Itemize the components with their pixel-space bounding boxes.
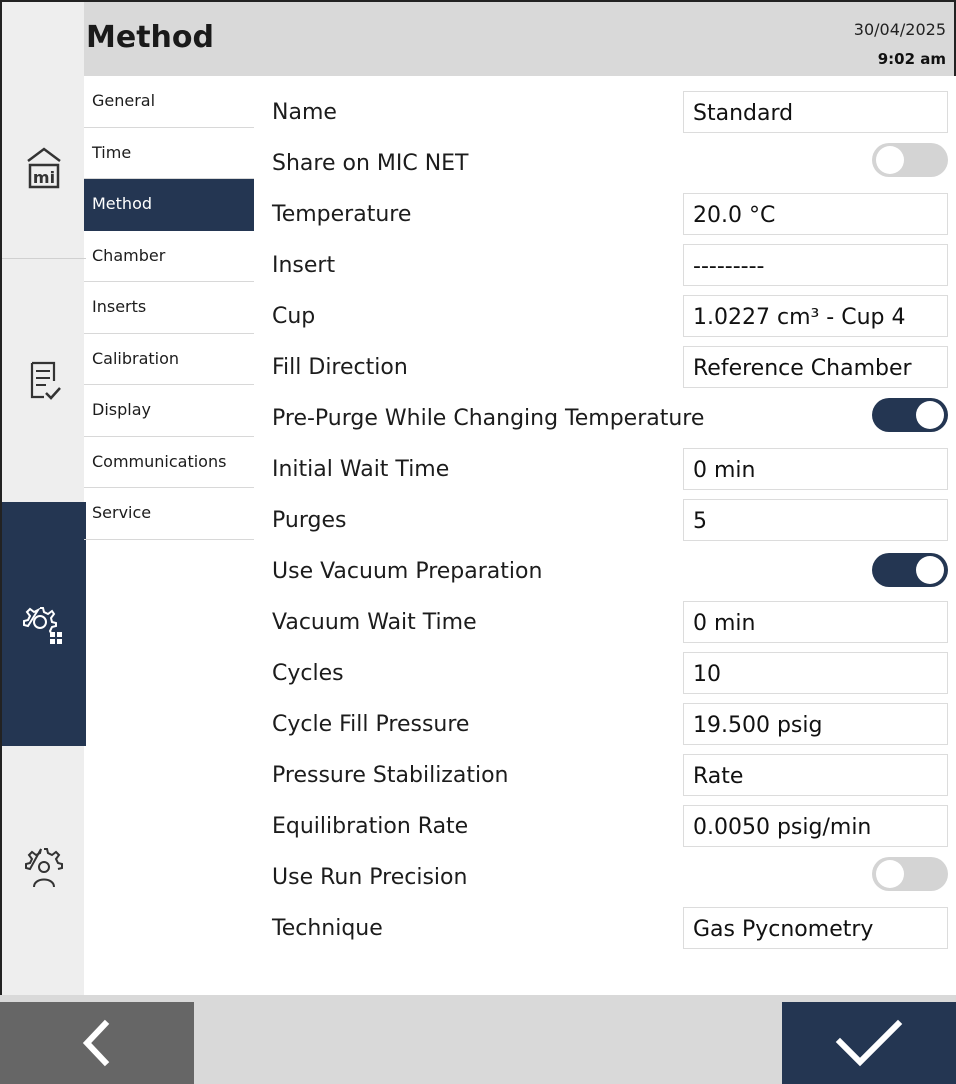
technique-label: Technique <box>272 916 383 941</box>
back-button[interactable] <box>0 1002 194 1084</box>
share-toggle[interactable] <box>872 143 948 177</box>
insert-field[interactable]: --------- <box>683 244 948 286</box>
equil-rate-label: Equilibration Rate <box>272 814 469 839</box>
pressure-stab-field[interactable]: Rate <box>683 754 948 796</box>
subnav-item-time[interactable]: Time <box>84 128 254 179</box>
settings-subnav: General Time Method Chamber Inserts Cali… <box>84 76 254 540</box>
pressure-stab-label: Pressure Stabilization <box>272 763 509 788</box>
pre-purge-toggle[interactable] <box>872 398 948 432</box>
cycle-fill-label: Cycle Fill Pressure <box>272 712 470 737</box>
checklist-icon <box>30 361 61 400</box>
date-display: 30/04/2025 <box>853 20 946 39</box>
technique-row: Technique Gas Pycnometry <box>270 904 950 949</box>
cup-label: Cup <box>272 304 316 329</box>
toggle-knob <box>876 860 904 888</box>
name-label: Name <box>272 100 337 125</box>
rail-user-settings-button[interactable] <box>2 746 86 990</box>
subnav-item-general[interactable]: General <box>84 76 254 128</box>
left-rail: mi <box>0 0 86 995</box>
subnav-item-inserts[interactable]: Inserts <box>84 282 254 334</box>
subnav-item-service[interactable]: Service <box>84 488 254 540</box>
vacuum-prep-label: Use Vacuum Preparation <box>272 559 543 584</box>
purges-label: Purges <box>272 508 347 533</box>
fill-direction-row: Fill Direction Reference Chamber <box>270 343 950 388</box>
fill-direction-label: Fill Direction <box>272 355 408 380</box>
vacuum-wait-field[interactable]: 0 min <box>683 601 948 643</box>
subnav-item-chamber[interactable]: Chamber <box>84 231 254 282</box>
vacuum-prep-toggle[interactable] <box>872 553 948 587</box>
share-row: Share on MIC NET <box>270 139 950 183</box>
pre-purge-row: Pre-Purge While Changing Temperature <box>270 394 950 438</box>
cup-field[interactable]: 1.0227 cm³ - Cup 4 <box>683 295 948 337</box>
insert-label: Insert <box>272 253 336 278</box>
rail-settings-button[interactable] <box>2 502 86 746</box>
vacuum-wait-row: Vacuum Wait Time 0 min <box>270 598 950 643</box>
cup-row: Cup 1.0227 cm³ - Cup 4 <box>270 292 950 337</box>
subnav-item-display[interactable]: Display <box>84 385 254 437</box>
toggle-knob <box>916 556 944 584</box>
rail-reports-button[interactable] <box>2 258 86 502</box>
run-precision-toggle[interactable] <box>872 857 948 891</box>
user-settings-icon <box>25 848 63 888</box>
insert-row: Insert --------- <box>270 241 950 286</box>
footer-bar <box>0 995 956 1084</box>
header-bar: Method 30/04/2025 9:02 am <box>84 0 956 76</box>
initial-wait-field[interactable]: 0 min <box>683 448 948 490</box>
subnav-item-calibration[interactable]: Calibration <box>84 334 254 385</box>
run-precision-row: Use Run Precision <box>270 853 950 897</box>
name-row: Name Standard <box>270 88 950 133</box>
toggle-knob <box>916 401 944 429</box>
purges-field[interactable]: 5 <box>683 499 948 541</box>
subnav-item-communications[interactable]: Communications <box>84 437 254 488</box>
initial-wait-label: Initial Wait Time <box>272 457 450 482</box>
page-title: Method <box>86 20 214 55</box>
toggle-knob <box>876 146 904 174</box>
pre-purge-label: Pre-Purge While Changing Temperature <box>272 406 705 431</box>
time-display: 9:02 am <box>877 50 946 68</box>
equil-rate-field[interactable]: 0.0050 psig/min <box>683 805 948 847</box>
run-precision-label: Use Run Precision <box>272 865 468 890</box>
name-field[interactable]: Standard <box>683 91 948 133</box>
subnav-item-method[interactable]: Method <box>84 179 254 231</box>
temperature-field[interactable]: 20.0 °C <box>683 193 948 235</box>
vacuum-prep-row: Use Vacuum Preparation <box>270 547 950 591</box>
cycle-fill-field[interactable]: 19.500 psig <box>683 703 948 745</box>
confirm-button[interactable] <box>782 1002 956 1084</box>
equil-rate-row: Equilibration Rate 0.0050 psig/min <box>270 802 950 847</box>
cycles-field[interactable]: 10 <box>683 652 948 694</box>
temperature-row: Temperature 20.0 °C <box>270 190 950 235</box>
technique-field[interactable]: Gas Pycnometry <box>683 907 948 949</box>
chevron-left-icon <box>82 1019 110 1067</box>
pressure-stab-row: Pressure Stabilization Rate <box>270 751 950 796</box>
fill-direction-field[interactable]: Reference Chamber <box>683 346 948 388</box>
share-label: Share on MIC NET <box>272 151 469 176</box>
rail-home-button[interactable]: mi <box>2 78 86 258</box>
cycle-fill-row: Cycle Fill Pressure 19.500 psig <box>270 700 950 745</box>
home-mi-icon: mi <box>27 147 61 189</box>
svg-text:mi: mi <box>33 168 55 187</box>
cycles-label: Cycles <box>272 661 344 686</box>
initial-wait-row: Initial Wait Time 0 min <box>270 445 950 490</box>
cycles-row: Cycles 10 <box>270 649 950 694</box>
purges-row: Purges 5 <box>270 496 950 541</box>
settings-grid-icon <box>23 607 62 644</box>
vacuum-wait-label: Vacuum Wait Time <box>272 610 477 635</box>
app-window: mi Method 30/04/2025 9:02 am General Tim… <box>0 0 956 1084</box>
temperature-label: Temperature <box>272 202 412 227</box>
checkmark-icon <box>835 1019 903 1067</box>
